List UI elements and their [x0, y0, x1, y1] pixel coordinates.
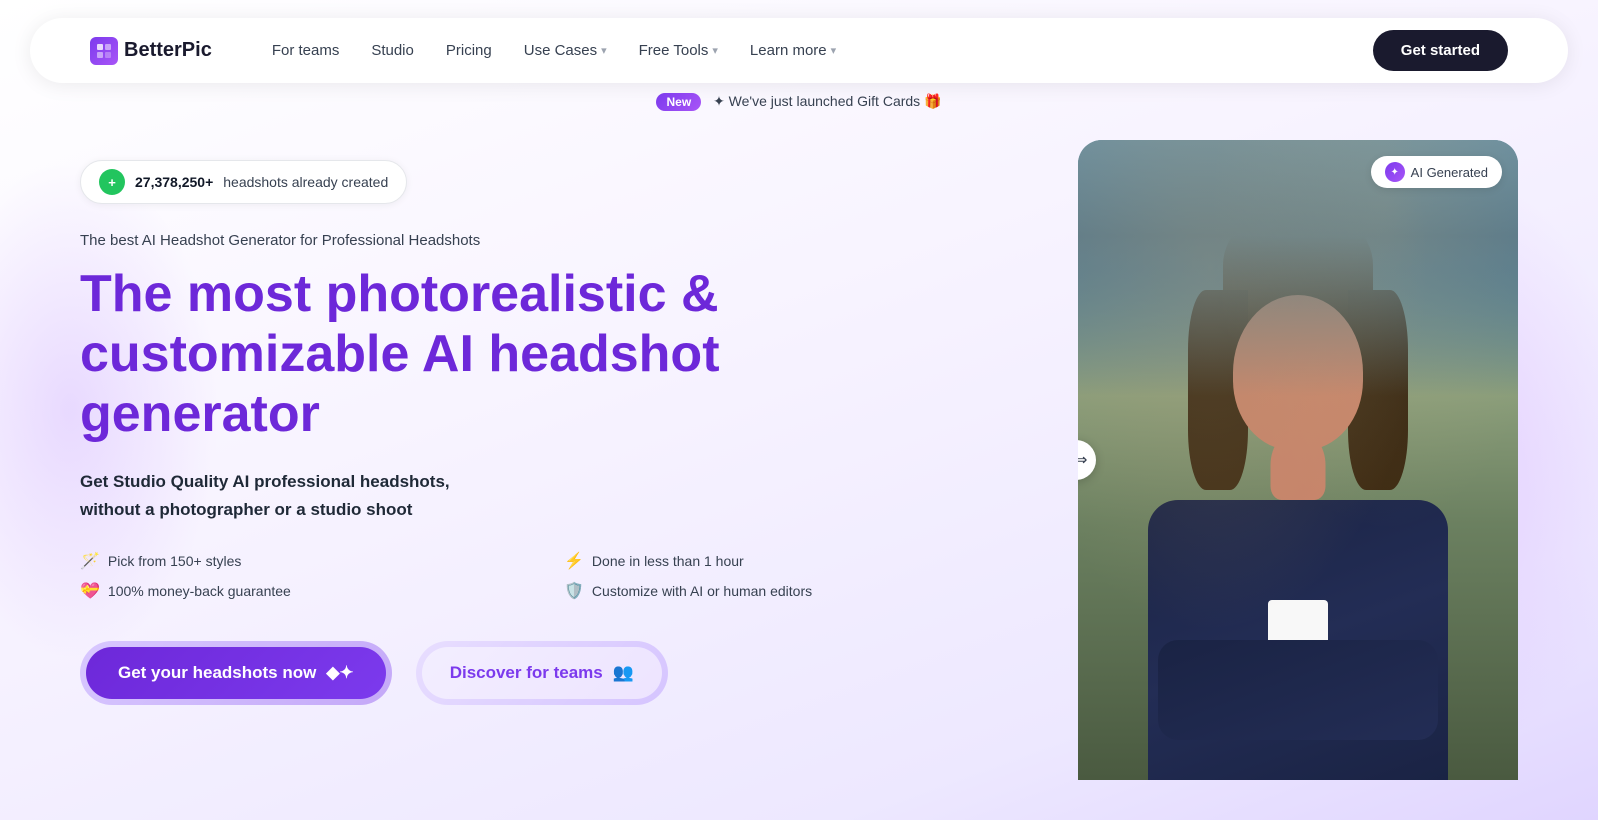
feature-guarantee-text: 100% money-back guarantee: [108, 583, 291, 599]
nav-links: For teams Studio Pricing Use Cases ▾ Fre…: [272, 42, 1373, 59]
heading-line3: generator: [80, 385, 320, 443]
get-headshots-label: Get your headshots now: [118, 663, 316, 683]
ai-badge-icon: ✦: [1385, 162, 1405, 182]
customize-icon: 🛡️: [564, 581, 584, 601]
diamond-icon: ◆✦: [326, 663, 353, 683]
counter-label: headshots already created: [223, 174, 388, 190]
free-tools-chevron-icon: ▾: [712, 44, 718, 57]
feature-styles: 🪄 Pick from 150+ styles: [80, 551, 534, 571]
left-section: + 27,378,250+ headshots already created …: [80, 140, 1078, 705]
hero-subtitle: The best AI Headshot Generator for Profe…: [80, 232, 1018, 249]
right-section: ✦ AI Generated ⟺: [1078, 140, 1518, 780]
announcement-bar: New ✦ We've just launched Gift Cards 🎁: [0, 83, 1598, 120]
nav-pricing[interactable]: Pricing: [446, 42, 492, 59]
navbar: BetterPic For teams Studio Pricing Use C…: [30, 18, 1568, 83]
get-started-button[interactable]: Get started: [1373, 30, 1508, 71]
get-headshots-button[interactable]: Get your headshots now ◆✦: [86, 647, 386, 699]
hero-photo: ✦ AI Generated ⟺: [1078, 140, 1518, 780]
ai-generated-badge: ✦ AI Generated: [1371, 156, 1502, 188]
feature-speed: ⚡ Done in less than 1 hour: [564, 551, 1018, 571]
counter-badge: + 27,378,250+ headshots already created: [80, 160, 407, 204]
nav-studio[interactable]: Studio: [371, 42, 414, 59]
discover-teams-label: Discover for teams: [450, 663, 603, 683]
use-cases-chevron-icon: ▾: [601, 44, 607, 57]
nav-use-cases[interactable]: Use Cases ▾: [524, 42, 607, 59]
description-line1: Get Studio Quality AI professional heads…: [80, 472, 450, 491]
content-area: + 27,378,250+ headshots already created …: [0, 120, 1598, 820]
styles-icon: 🪄: [80, 551, 100, 571]
cta-primary-wrapper: Get your headshots now ◆✦: [80, 641, 392, 705]
logo-icon: [90, 37, 118, 65]
announcement-text: ✦ We've just launched Gift Cards 🎁: [713, 93, 941, 109]
hero-description: Get Studio Quality AI professional heads…: [80, 468, 1018, 522]
feature-styles-text: Pick from 150+ styles: [108, 553, 241, 569]
main-container: BetterPic For teams Studio Pricing Use C…: [0, 0, 1598, 820]
heading-line1: The most photorealistic &: [80, 265, 719, 323]
heading-line2: customizable AI headshot: [80, 325, 720, 383]
teams-icon: 👥: [613, 663, 634, 683]
feature-customize: 🛡️ Customize with AI or human editors: [564, 581, 1018, 601]
guarantee-icon: 💝: [80, 581, 100, 601]
counter-icon: +: [99, 169, 125, 195]
speed-icon: ⚡: [564, 551, 584, 571]
feature-guarantee: 💝 100% money-back guarantee: [80, 581, 534, 601]
features-grid: 🪄 Pick from 150+ styles ⚡ Done in less t…: [80, 551, 1018, 601]
brand-name: BetterPic: [124, 39, 212, 62]
cta-secondary-wrapper: Discover for teams 👥: [416, 641, 668, 705]
cta-row: Get your headshots now ◆✦ Discover for t…: [80, 641, 1018, 705]
hero-heading: The most photorealistic & customizable A…: [80, 265, 1018, 444]
nav-for-teams[interactable]: For teams: [272, 42, 340, 59]
discover-teams-button[interactable]: Discover for teams 👥: [422, 647, 662, 699]
logo[interactable]: BetterPic: [90, 37, 212, 65]
nav-free-tools[interactable]: Free Tools ▾: [639, 42, 718, 59]
counter-number: 27,378,250+: [135, 174, 213, 190]
feature-customize-text: Customize with AI or human editors: [592, 583, 812, 599]
description-line2: without a photographer or a studio shoot: [80, 500, 412, 519]
ai-generated-label: AI Generated: [1411, 165, 1488, 180]
photo-overlay: [1078, 140, 1518, 780]
new-badge: New: [656, 93, 701, 111]
learn-more-chevron-icon: ▾: [831, 44, 837, 57]
nav-learn-more[interactable]: Learn more ▾: [750, 42, 836, 59]
feature-speed-text: Done in less than 1 hour: [592, 553, 744, 569]
